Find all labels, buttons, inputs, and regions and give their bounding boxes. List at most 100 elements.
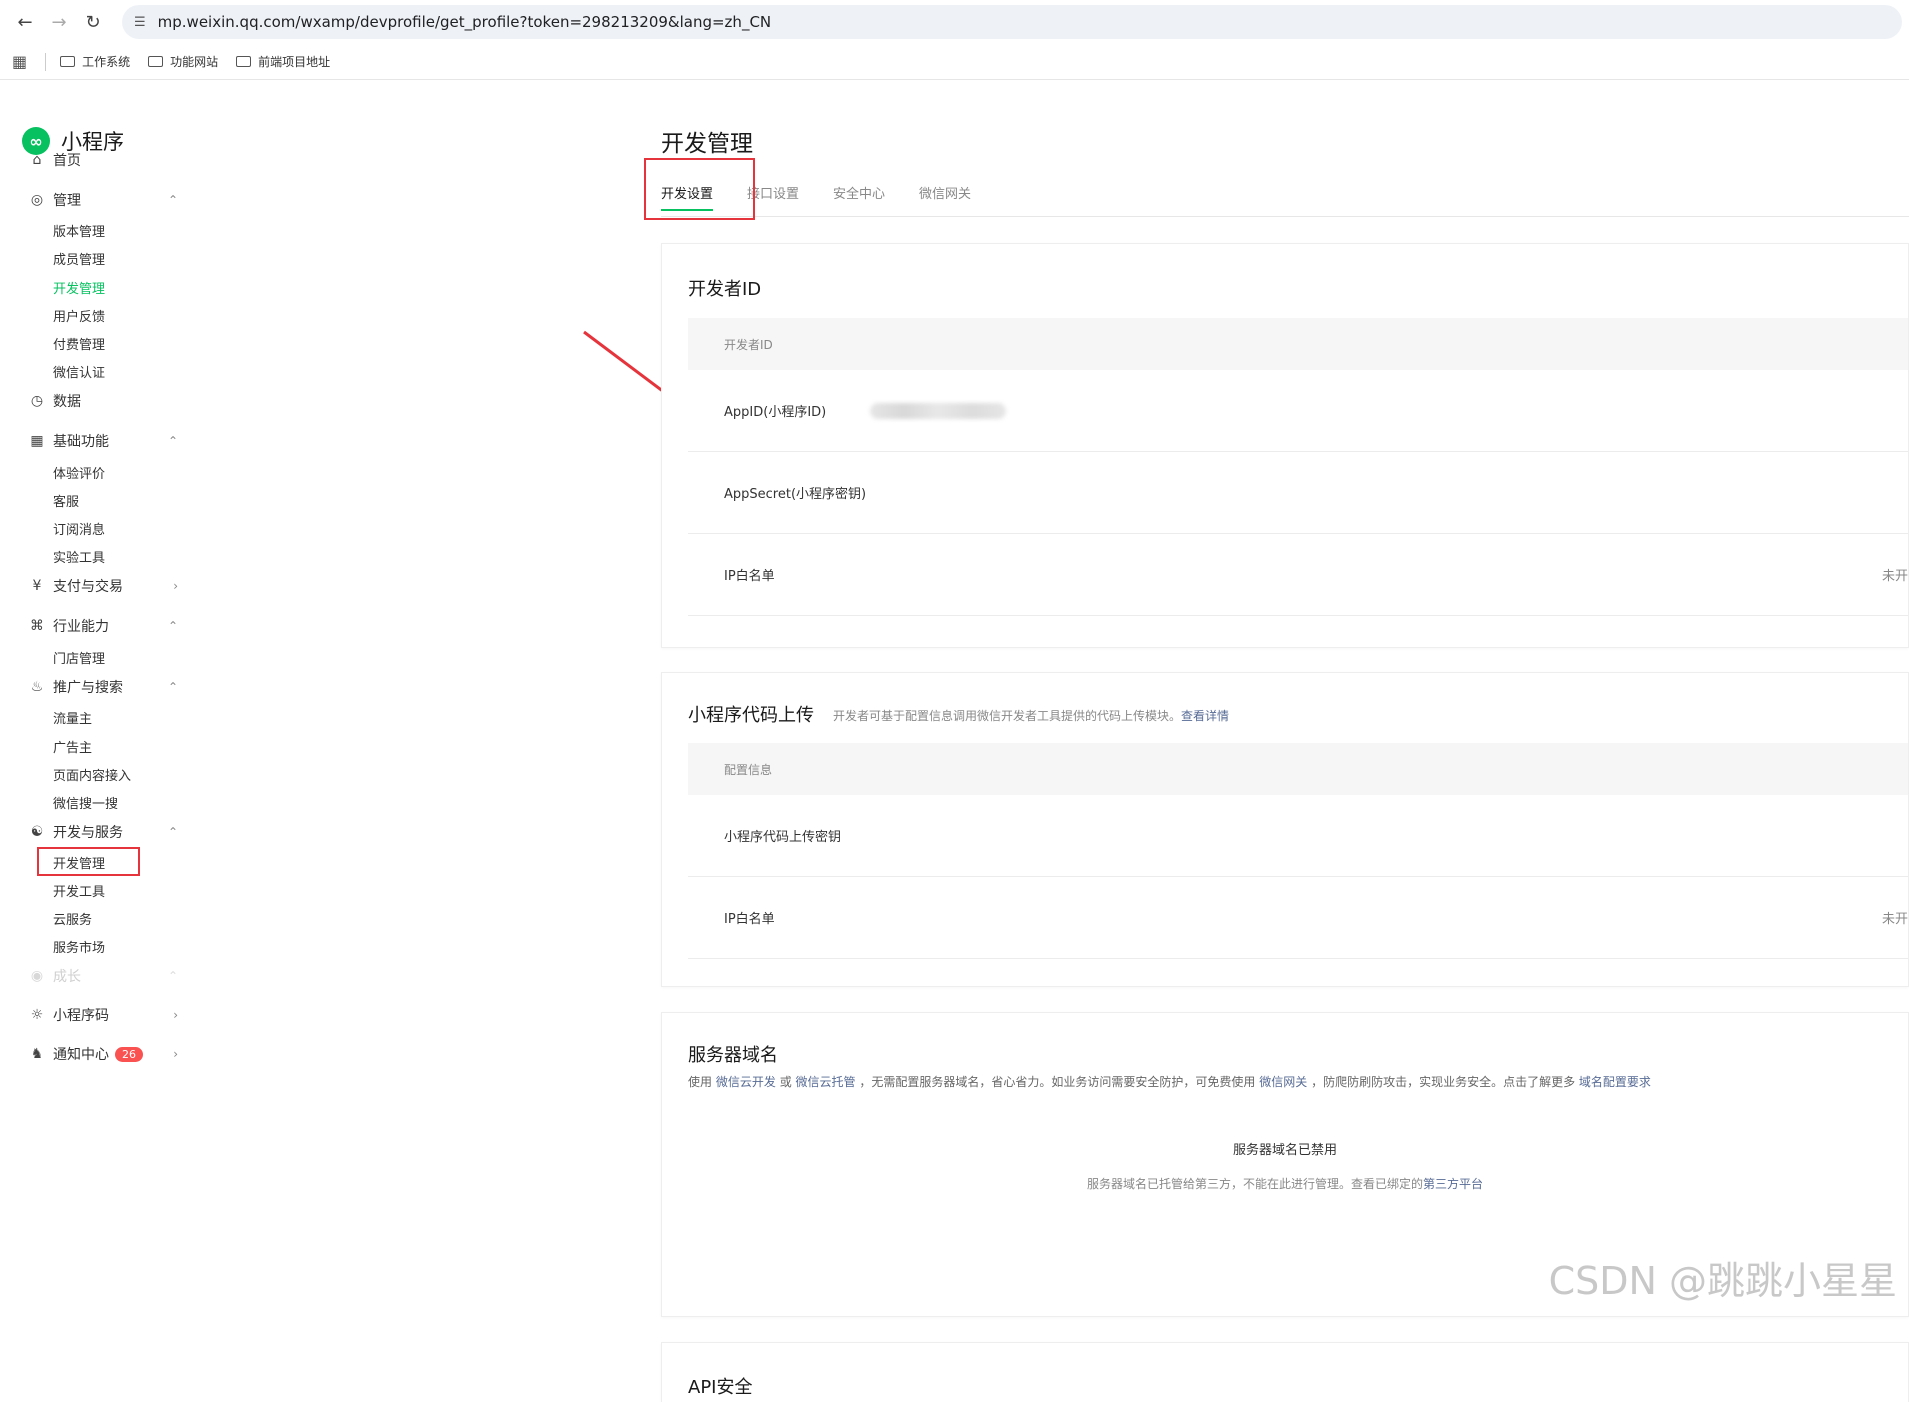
sidebar-item-cloud[interactable]: 云服务 [53,909,92,928]
chevron-up-icon: ⌃ [167,434,178,448]
row-upload-key: 小程序代码上传密钥 [688,795,1908,877]
ip-label: IP白名单 [724,569,775,584]
appsecret-label: AppSecret(小程序密钥) [724,487,867,502]
folder-icon [60,56,76,67]
code-upload-card: 小程序代码上传 开发者可基于配置信息调用微信开发者工具提供的代码上传模块。查看详… [661,672,1909,987]
sidebar-group-industry[interactable]: ⌘ 行业能力 ⌃ [28,616,178,636]
chevron-up-icon: ⌃ [167,825,178,839]
chevron-right-icon: › [173,579,178,593]
sidebar-item-data[interactable]: ◷ 数据 [28,391,178,411]
sidebar-item-feedback[interactable]: 用户反馈 [53,306,105,325]
cloud-dev-link[interactable]: 微信云开发 [716,1075,776,1089]
table-header: 配置信息 [688,743,1908,795]
bookmark-folder[interactable]: 功能网站 [148,53,218,70]
sidebar-item-version[interactable]: 版本管理 [53,221,105,240]
services-icon: ☯ [30,824,44,840]
chevron-right-icon: › [173,1008,178,1022]
site-info-icon[interactable]: ☰ [134,15,146,30]
sun-icon: ☼ [30,1007,44,1023]
address-bar: ← → ↻ ☰ mp.weixin.qq.com/wxamp/devprofil… [0,0,1909,44]
sidebar-item-lab[interactable]: 实验工具 [53,547,105,566]
upload-key-label: 小程序代码上传密钥 [724,830,842,845]
home-icon: ⌂ [32,152,42,168]
ip-status: 未开 [1881,912,1908,927]
tab-gateway[interactable]: 微信网关 [919,183,971,202]
back-icon[interactable]: ← [10,7,40,37]
chevron-up-icon: ⌃ [167,680,178,694]
url-field[interactable]: ☰ mp.weixin.qq.com/wxamp/devprofile/get_… [122,5,1902,39]
sidebar-group-growth[interactable]: ◉ 成长 ⌃ [28,966,178,986]
api-security-card: API安全 [661,1342,1909,1402]
tab-security[interactable]: 安全中心 [833,183,885,202]
card-description: 使用 微信云开发 或 微信云托管 ，无需配置服务器域名，省心省力。如业务访问需要… [688,1075,1651,1089]
bell-icon: ♞ [30,1046,44,1062]
folder-icon [148,56,164,67]
disabled-title: 服务器域名已禁用 [1232,1143,1337,1158]
bookmarks-bar: ▦ 工作系统 功能网站 前端项目地址 [0,44,1909,80]
domain-requirements-link[interactable]: 域名配置要求 [1579,1075,1651,1089]
sidebar-item-traffic[interactable]: 流量主 [53,708,92,727]
sidebar-item-notify[interactable]: ♞ 通知中心 26 › [28,1044,178,1064]
gear-icon: ◎ [30,192,44,208]
bookmark-folder[interactable]: 工作系统 [60,53,130,70]
grid-icon: ▦ [30,433,44,449]
page-title: 开发管理 [661,131,753,157]
folder-icon [236,56,252,67]
reload-icon[interactable]: ↻ [78,7,108,37]
card-title: 服务器域名 [688,1045,778,1066]
sidebar-item-qrcode[interactable]: ☼ 小程序码 › [28,1005,178,1025]
chevron-up-icon: ⌃ [167,619,178,633]
sidebar-group-promo[interactable]: ♨ 推广与搜索 ⌃ [28,677,178,697]
gateway-link[interactable]: 微信网关 [1259,1075,1307,1089]
sidebar-item-service[interactable]: 客服 [53,491,79,510]
appid-value-blurred [870,402,1006,419]
row-ip-whitelist: IP白名单 未开 [688,877,1908,959]
third-party-link[interactable]: 第三方平台 [1423,1177,1483,1191]
industry-icon: ⌘ [30,618,44,634]
yen-icon: ¥ [32,578,42,594]
card-description: 开发者可基于配置信息调用微信开发者工具提供的代码上传模块。查看详情 [833,709,1230,723]
card-title: 开发者ID [688,279,762,300]
fire-icon: ♨ [30,679,44,695]
row-appsecret: AppSecret(小程序密钥) [688,452,1908,534]
apps-icon[interactable]: ▦ [12,52,27,71]
sidebar-item-subscribe[interactable]: 订阅消息 [53,519,105,538]
notification-badge: 26 [115,1046,143,1062]
url-text: mp.weixin.qq.com/wxamp/devprofile/get_pr… [157,13,772,31]
ip-status: 未开 [1881,569,1908,584]
sidebar-group-devsvc[interactable]: ☯ 开发与服务 ⌃ [28,822,178,842]
sidebar-item-market[interactable]: 服务市场 [53,937,105,956]
details-link[interactable]: 查看详情 [1181,709,1229,723]
sidebar-item-home[interactable]: ⌂ 首页 [28,150,178,170]
bookmark-folder[interactable]: 前端项目地址 [236,53,330,70]
appid-label: AppID(小程序ID) [724,405,827,420]
chevron-right-icon: › [173,1047,178,1061]
forward-icon[interactable]: → [44,7,74,37]
ip-label: IP白名单 [724,912,775,927]
sidebar-item-members[interactable]: 成员管理 [53,249,105,268]
sidebar-group-manage[interactable]: ◎ 管理 ⌃ [28,190,178,210]
row-appid: AppID(小程序ID) [688,370,1908,452]
sidebar-item-payment-manage[interactable]: 付费管理 [53,334,105,353]
disabled-description: 服务器域名已托管给第三方，不能在此进行管理。查看已绑定的第三方平台 [1086,1177,1484,1191]
growth-icon: ◉ [30,968,44,984]
sidebar-group-pay[interactable]: ¥ 支付与交易 › [28,576,178,596]
sidebar-item-devtools[interactable]: 开发工具 [53,881,105,900]
row-ip-whitelist: IP白名单 未开 [688,534,1908,616]
sidebar-item-page-content[interactable]: 页面内容接入 [53,765,131,784]
card-title: 小程序代码上传 [688,705,814,726]
sidebar-item-store[interactable]: 门店管理 [53,648,105,667]
sidebar-item-search[interactable]: 微信搜一搜 [53,793,118,812]
tab-highlight-box [644,158,755,220]
cloud-hosting-link[interactable]: 微信云托管 [796,1075,856,1089]
sidebar-item-advertiser[interactable]: 广告主 [53,737,92,756]
developer-id-card: 开发者ID 开发者ID AppID(小程序ID) AppSecret(小程序密钥… [661,243,1909,648]
highlight-box [37,847,140,876]
sidebar-item-wechat-auth[interactable]: 微信认证 [53,362,105,381]
sidebar-item-rating[interactable]: 体验评价 [53,463,105,482]
table-header: 开发者ID [688,318,1908,370]
sidebar-group-basic[interactable]: ▦ 基础功能 ⌃ [28,431,178,451]
sidebar-item-dev-manage[interactable]: 开发管理 [53,278,105,297]
sidebar: ∞ 小程序 ⌂ 首页 ◎ 管理 ⌃ 版本管理 成员管理 开发管理 用户反馈 付费管理 … [0,80,200,1314]
tab-bar: 开发设置 接口设置 安全中心 微信网关 [661,183,1909,217]
